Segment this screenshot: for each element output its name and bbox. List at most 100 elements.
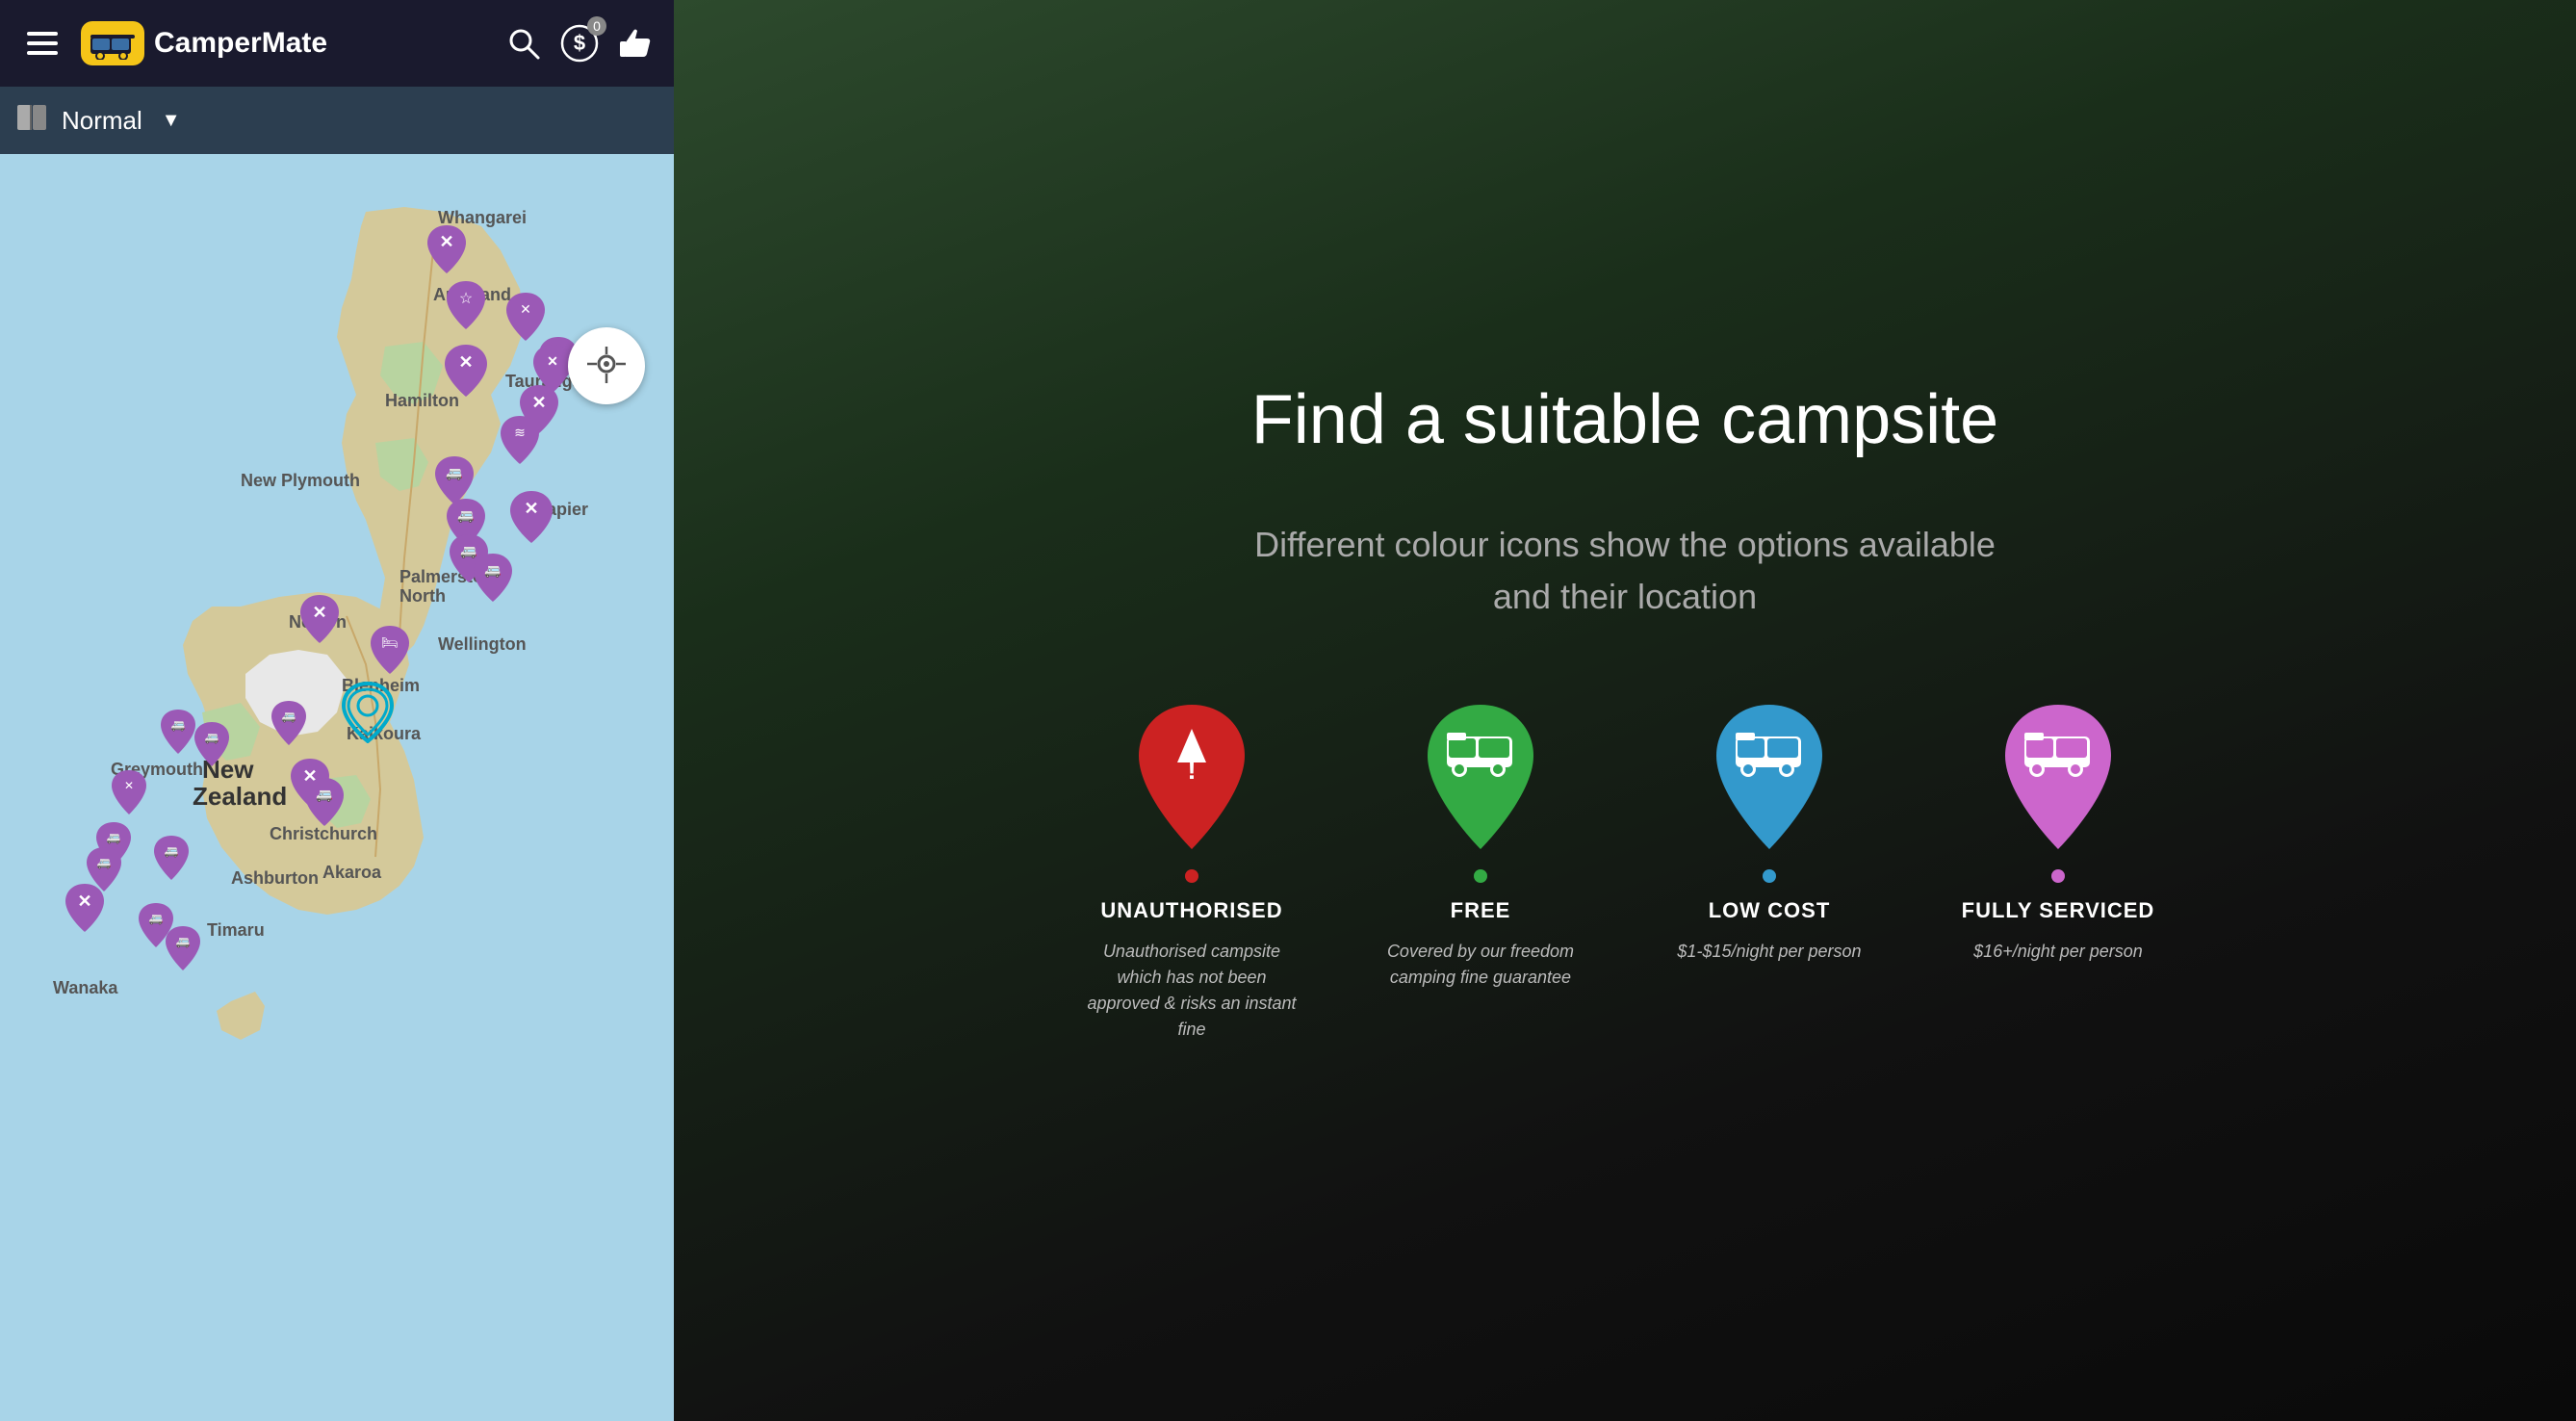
promo-panel: Find a suitable campsite Different colou… — [674, 0, 2576, 1421]
free-pin-svg — [1423, 700, 1538, 854]
app-name: CamperMate — [154, 29, 327, 58]
deals-badge: 0 — [587, 16, 606, 36]
campsite-type-lowcost: LOW COST $1-$15/night per person — [1663, 700, 1875, 965]
map-pin-14[interactable]: ✕ — [298, 593, 341, 645]
unauthorised-pin-icon: ! — [1134, 700, 1249, 854]
svg-text:New Plymouth: New Plymouth — [241, 471, 360, 490]
header-actions: $ 0 — [506, 24, 655, 63]
hamburger-button[interactable] — [19, 24, 65, 63]
free-dot — [1474, 869, 1487, 883]
campsite-type-fullserviced: FULLY SERVICED $16+/night per person — [1952, 700, 2164, 965]
map-pin-15[interactable]: 🛏 — [369, 624, 411, 676]
map-pin-17[interactable]: 🚐 — [193, 720, 231, 768]
svg-text:Akaroa: Akaroa — [322, 863, 382, 882]
lowcost-desc: $1-$15/night per person — [1677, 939, 1861, 965]
svg-text:🚐: 🚐 — [282, 710, 296, 723]
svg-text:🚐: 🚐 — [149, 912, 164, 925]
map-pin-2[interactable]: ☆ — [445, 279, 487, 331]
fullserviced-dot — [2051, 869, 2065, 883]
svg-text:≋: ≋ — [514, 425, 526, 440]
svg-text:🚐: 🚐 — [97, 856, 112, 869]
thumbsup-icon — [618, 25, 655, 62]
svg-text:$: $ — [574, 31, 585, 55]
search-button[interactable] — [506, 26, 541, 61]
map-pin-current[interactable] — [342, 682, 394, 743]
free-label: FREE — [1451, 898, 1511, 923]
free-pin-icon — [1423, 700, 1538, 854]
svg-text:✕: ✕ — [458, 352, 473, 372]
fullserviced-label: FULLY SERVICED — [1962, 898, 2155, 923]
map-type-selector[interactable]: Normal ▼ — [0, 87, 674, 154]
campsite-type-unauthorised: ! UNAUTHORISED Unauthorised campsite whi… — [1086, 700, 1298, 1043]
map-pin-23[interactable]: 🚐 — [152, 834, 191, 882]
logo-badge — [81, 21, 144, 65]
app-header: CamperMate $ 0 — [0, 0, 674, 87]
svg-text:🚐: 🚐 — [176, 935, 191, 948]
svg-text:🚐: 🚐 — [205, 731, 219, 744]
svg-text:🚐: 🚐 — [484, 562, 501, 579]
svg-text:Timaru: Timaru — [207, 920, 265, 940]
logo-icon — [89, 27, 137, 60]
svg-text:🚐: 🚐 — [446, 465, 462, 481]
lowcost-pin-icon — [1712, 700, 1827, 854]
map-type-icon — [15, 103, 50, 132]
map-pin-1[interactable]: ✕ — [425, 223, 468, 275]
unauthorised-label: UNAUTHORISED — [1100, 898, 1282, 923]
lowcost-label: LOW COST — [1709, 898, 1831, 923]
map-background[interactable]: Whangarei Auckland Hamilton Tauranga New… — [0, 154, 674, 1421]
svg-text:✕: ✕ — [547, 353, 558, 369]
dropdown-arrow-icon[interactable]: ▼ — [162, 110, 181, 132]
promo-subtitle: Different colour icons show the options … — [1240, 519, 2010, 623]
map-book-icon — [15, 103, 50, 139]
svg-text:Wellington: Wellington — [438, 634, 527, 654]
svg-text:✕: ✕ — [77, 891, 91, 911]
map-type-label: Normal — [62, 106, 142, 136]
svg-text:✕: ✕ — [439, 232, 453, 251]
campsite-types-container: ! UNAUTHORISED Unauthorised campsite whi… — [1086, 700, 2164, 1043]
svg-text:Zealand: Zealand — [193, 782, 287, 811]
svg-text:North: North — [399, 586, 446, 606]
unauthorised-desc: Unauthorised campsite which has not been… — [1086, 939, 1298, 1043]
svg-text:!: ! — [1187, 755, 1196, 785]
location-icon — [585, 345, 628, 387]
svg-text:Ashburton: Ashburton — [231, 868, 319, 888]
svg-text:🚐: 🚐 — [457, 507, 474, 524]
svg-text:✕: ✕ — [124, 779, 134, 792]
svg-text:🚐: 🚐 — [165, 844, 179, 858]
search-icon — [506, 26, 541, 61]
svg-text:✕: ✕ — [524, 499, 538, 518]
svg-text:🚐: 🚐 — [171, 718, 186, 732]
fullserviced-pin-icon — [2000, 700, 2116, 854]
map-panel: CamperMate $ 0 — [0, 0, 674, 1421]
map-pin-21[interactable]: 🚐 — [303, 776, 346, 828]
svg-text:Wanaka: Wanaka — [53, 978, 118, 997]
fullserviced-pin-svg — [2000, 700, 2116, 854]
map-pin-27[interactable]: 🚐 — [164, 924, 202, 972]
lowcost-pin-svg — [1712, 700, 1827, 854]
map-pin-13[interactable]: 🚐 — [472, 552, 514, 604]
svg-text:🚐: 🚐 — [107, 831, 121, 844]
map-pin-5[interactable]: ✕ — [443, 343, 489, 399]
map-pin-8[interactable]: ≋ — [499, 414, 541, 466]
map-pin-25[interactable]: 🚐 — [85, 845, 123, 893]
campsite-type-free: FREE Covered by our freedom camping fine… — [1375, 700, 1586, 991]
map-pin-11[interactable]: ✕ — [508, 489, 554, 545]
svg-text:✕: ✕ — [520, 301, 531, 317]
map-pin-18[interactable]: 🚐 — [270, 699, 308, 747]
svg-text:🛏: 🛏 — [381, 634, 399, 650]
svg-text:☆: ☆ — [459, 291, 473, 307]
logo-container: CamperMate — [81, 21, 327, 65]
unauthorised-pin-svg: ! — [1134, 700, 1249, 854]
fullserviced-desc: $16+/night per person — [1973, 939, 2143, 965]
reviews-button[interactable] — [618, 25, 655, 62]
lowcost-dot — [1763, 869, 1776, 883]
promo-title: Find a suitable campsite — [1251, 378, 1998, 461]
unauthorised-dot — [1185, 869, 1198, 883]
map-pin-16[interactable]: 🚐 — [159, 708, 197, 756]
svg-text:🚐: 🚐 — [316, 787, 332, 803]
location-button[interactable] — [568, 327, 645, 404]
free-desc: Covered by our freedom camping fine guar… — [1375, 939, 1586, 991]
deals-button[interactable]: $ 0 — [560, 24, 599, 63]
svg-text:✕: ✕ — [531, 393, 546, 412]
map-pin-19[interactable]: ✕ — [110, 768, 148, 816]
